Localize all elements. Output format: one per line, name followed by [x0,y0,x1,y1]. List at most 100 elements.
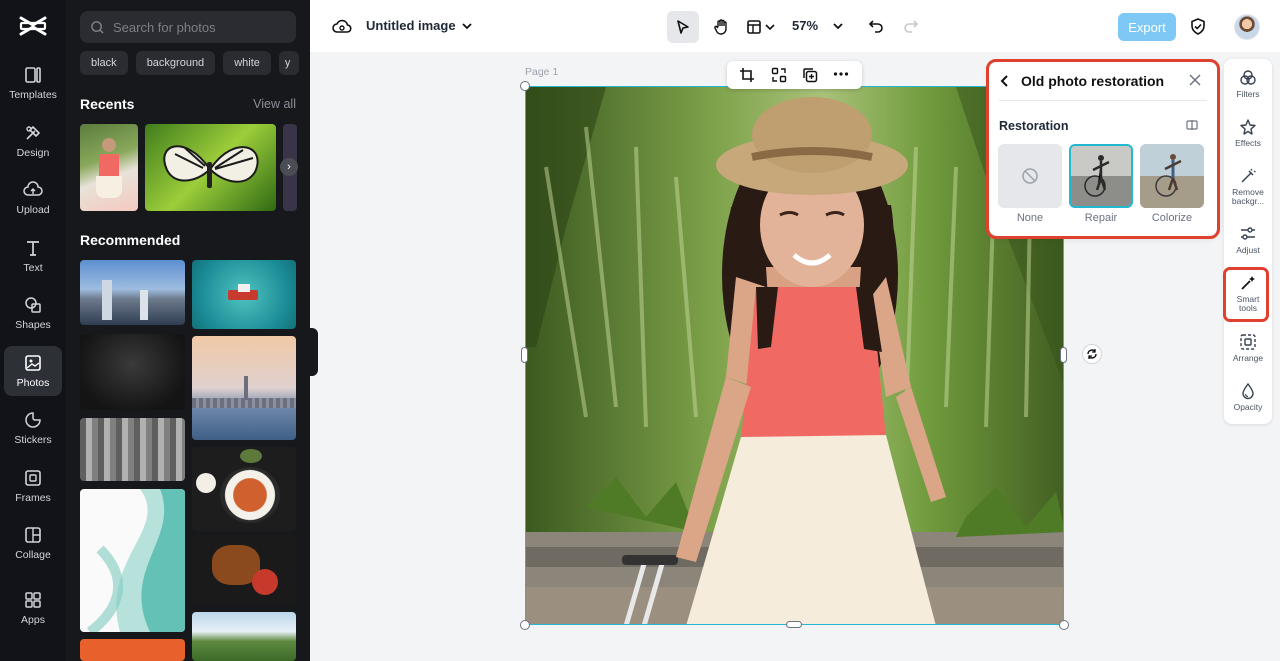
chevron-down-icon[interactable] [461,21,473,31]
resize-handle-bottom-right[interactable] [1059,620,1069,630]
tool-label: Effects [1235,138,1261,148]
nav-item-stickers[interactable]: Stickers [4,403,62,453]
layout-dropdown-button[interactable] [742,11,778,43]
rotate-handle[interactable] [1082,344,1102,364]
tool-label: Adjust [1236,245,1260,255]
crop-icon[interactable] [739,67,755,83]
hand-tool-button[interactable] [706,11,738,43]
recommended-photo-ramen[interactable] [192,447,296,531]
photo-context-toolbar [727,61,862,89]
restoration-panel-title: Old photo restoration [1021,73,1165,89]
option-repair[interactable] [1069,144,1133,208]
tool-adjust[interactable]: Adjust [1224,225,1272,255]
chip-partial[interactable]: y [278,51,299,75]
capcut-logo-icon[interactable] [19,14,47,38]
tool-label: Opacity [1233,402,1263,412]
select-tool-button[interactable] [667,11,699,43]
nav-item-text[interactable]: Text [4,231,62,281]
recommended-photo-city-aerial[interactable] [80,260,185,325]
hand-icon [714,19,727,35]
nav-item-design[interactable]: Design [4,116,62,166]
back-arrow-icon[interactable] [999,74,1011,88]
shield-check-icon[interactable] [1189,17,1207,36]
document-title[interactable]: Untitled image [366,18,456,33]
tool-label: Arrange [1232,353,1264,363]
collage-icon [25,527,41,543]
resize-handle-right[interactable] [1060,347,1067,363]
nav-item-apps[interactable]: Apps [4,583,62,633]
tool-label: Remove backgr... [1231,187,1265,206]
recommended-photo-teal-swirl[interactable] [80,489,185,632]
user-avatar[interactable] [1234,14,1260,40]
duplicate-icon[interactable] [802,67,818,83]
option-none[interactable] [998,144,1062,208]
nav-item-label: Frames [15,492,51,504]
canvas-image[interactable] [525,86,1064,625]
compare-icon[interactable] [1186,119,1198,131]
nav-item-label: Apps [21,614,45,626]
resize-handle-left[interactable] [521,347,528,363]
chip-background[interactable]: background [135,51,216,75]
recommended-photo-skyline[interactable] [192,336,296,440]
zoom-level[interactable]: 57% [792,18,818,33]
search-input[interactable] [113,19,293,35]
colorize-thumbnail [1140,144,1204,208]
nav-rail: Templates Design Upload Text Shapes Phot… [0,0,66,661]
restoration-panel: Old photo restoration Restoration None R… [989,62,1217,236]
nav-item-label: Shapes [15,319,51,331]
templates-icon [25,67,41,83]
undo-icon[interactable] [868,18,884,34]
zoom-chevron-icon[interactable] [832,21,844,31]
resize-handle-bottom[interactable] [786,621,802,628]
more-options-icon[interactable] [833,71,849,77]
recommended-photo-dark-texture[interactable] [80,334,185,410]
tool-remove-background[interactable]: Remove backgr... [1224,167,1272,206]
tool-arrange[interactable]: Arrange [1224,333,1272,363]
nav-item-label: Design [16,147,50,159]
photos-panel: black background white y Recents View al… [66,0,310,661]
rotate-icon [1087,349,1097,359]
text-icon [27,241,39,256]
recommended-title: Recommended [80,232,181,248]
recommended-photo-orange[interactable] [80,639,185,661]
recent-photo-butterfly[interactable] [145,124,276,211]
nav-item-collage[interactable]: Collage [4,518,62,568]
tool-opacity[interactable]: Opacity [1224,382,1272,412]
export-button[interactable]: Export [1118,13,1176,41]
nav-item-templates[interactable]: Templates [4,58,62,108]
recommended-photo-columns[interactable] [80,418,185,481]
recommended-photo-landscape[interactable] [192,612,296,661]
chip-black[interactable]: black [80,51,128,75]
recommended-photo-fried-food[interactable] [192,535,296,605]
replace-icon[interactable] [771,67,787,83]
recent-photo-woman[interactable] [80,124,138,211]
resize-handle-top-left[interactable] [520,81,530,91]
stickers-icon [25,412,41,428]
collapse-panel-handle[interactable] [310,328,318,376]
frames-icon [25,470,41,486]
close-icon[interactable] [1189,74,1201,86]
none-icon [1022,168,1038,184]
nav-item-frames[interactable]: Frames [4,461,62,511]
recommended-photo-boat[interactable] [192,260,296,329]
view-all-link[interactable]: View all [253,97,296,111]
tool-effects[interactable]: Effects [1224,118,1272,148]
cloud-sync-icon[interactable] [332,17,352,35]
redo-icon[interactable] [903,18,919,34]
nav-item-photos[interactable]: Photos [4,346,62,396]
top-toolbar: Untitled image 57% Export [310,0,1280,52]
remove-background-icon [1241,168,1256,183]
nav-item-label: Templates [9,89,57,101]
nav-item-shapes[interactable]: Shapes [4,288,62,338]
keyword-chips: black background white y [80,51,299,75]
tool-smart-tools[interactable]: Smart tools [1224,274,1272,313]
resize-handle-bottom-left[interactable] [520,620,530,630]
option-colorize[interactable] [1140,144,1204,208]
tool-label: Smart tools [1236,294,1260,313]
nav-item-upload[interactable]: Upload [4,173,62,223]
tool-filters[interactable]: Filters [1224,69,1272,99]
nav-item-label: Text [23,262,43,274]
chip-white[interactable]: white [223,51,271,75]
scroll-right-icon[interactable]: › [280,158,298,176]
search-box[interactable] [80,11,296,43]
